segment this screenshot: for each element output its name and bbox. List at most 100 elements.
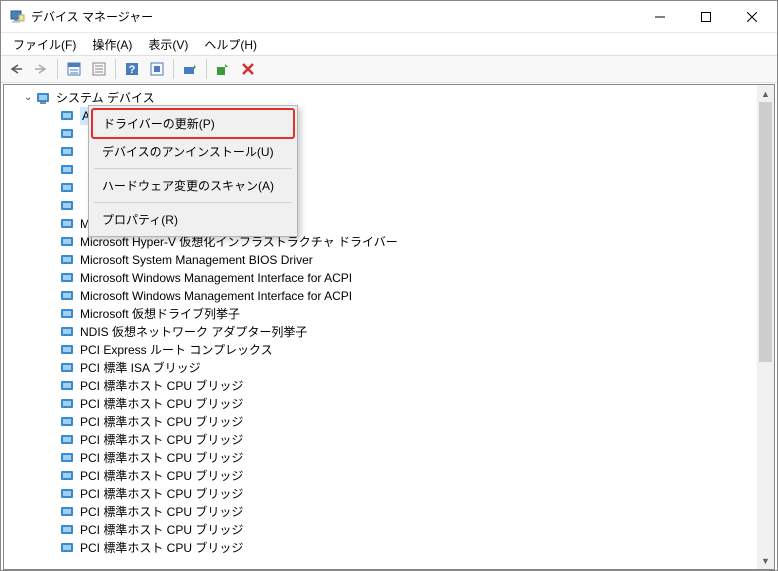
tree-item-label: Microsoft Windows Management Interface f… — [80, 287, 352, 305]
tree-item-label: PCI 標準ホスト CPU ブリッジ — [80, 539, 243, 557]
scrollbar-track[interactable] — [757, 102, 774, 552]
back-button[interactable] — [5, 58, 27, 80]
context-menu-properties[interactable]: プロパティ(R) — [92, 206, 294, 233]
device-icon — [60, 145, 76, 159]
vertical-scrollbar[interactable]: ▲ ▼ — [757, 85, 774, 569]
device-icon — [60, 415, 76, 429]
context-menu-update-driver[interactable]: ドライバーの更新(P) — [91, 108, 295, 139]
tree-item[interactable]: Microsoft System Management BIOS Driver — [60, 251, 774, 269]
device-icon — [60, 253, 76, 267]
toolbar-separator — [57, 59, 58, 79]
menubar: ファイル(F) 操作(A) 表示(V) ヘルプ(H) — [1, 33, 777, 55]
context-menu-scan[interactable]: ハードウェア変更のスキャン(A) — [92, 172, 294, 199]
show-hidden-button[interactable] — [63, 58, 85, 80]
scroll-up-button[interactable]: ▲ — [757, 85, 774, 102]
context-menu-separator — [94, 168, 292, 169]
device-icon — [60, 433, 76, 447]
collapse-icon[interactable]: ⌄ — [24, 89, 36, 107]
maximize-button[interactable] — [683, 2, 729, 32]
tree-item[interactable]: PCI 標準 ISA ブリッジ — [60, 359, 774, 377]
properties-button[interactable] — [88, 58, 110, 80]
tree-item[interactable]: NDIS 仮想ネットワーク アダプター列挙子 — [60, 323, 774, 341]
tree-item-label: PCI 標準ホスト CPU ブリッジ — [80, 485, 243, 503]
svg-text:?: ? — [129, 64, 136, 76]
device-icon — [60, 199, 76, 213]
device-icon — [60, 235, 76, 249]
help-button[interactable]: ? — [121, 58, 143, 80]
tree-item-label: Microsoft System Management BIOS Driver — [80, 251, 313, 269]
menu-action[interactable]: 操作(A) — [84, 34, 140, 55]
device-icon — [60, 289, 76, 303]
tree-item[interactable]: PCI 標準ホスト CPU ブリッジ — [60, 539, 774, 557]
device-icon — [60, 523, 76, 537]
tree-item-label: Microsoft Windows Management Interface f… — [80, 269, 352, 287]
tree-item[interactable]: PCI 標準ホスト CPU ブリッジ — [60, 431, 774, 449]
tree-item-label: PCI Express ルート コンプレックス — [80, 341, 273, 359]
device-icon — [60, 181, 76, 195]
device-icon — [60, 343, 76, 357]
window-controls — [637, 2, 775, 32]
tree-item-label: NDIS 仮想ネットワーク アダプター列挙子 — [80, 323, 307, 341]
tree-item[interactable]: PCI 標準ホスト CPU ブリッジ — [60, 413, 774, 431]
tree-item[interactable]: PCI 標準ホスト CPU ブリッジ — [60, 449, 774, 467]
tree-item[interactable]: Microsoft Windows Management Interface f… — [60, 287, 774, 305]
toolbar-separator — [206, 59, 207, 79]
titlebar: デバイス マネージャー — [1, 1, 777, 33]
tree-item[interactable]: PCI 標準ホスト CPU ブリッジ — [60, 467, 774, 485]
tree-item-label: PCI 標準ホスト CPU ブリッジ — [80, 521, 243, 539]
context-menu: ドライバーの更新(P) デバイスのアンインストール(U) ハードウェア変更のスキ… — [88, 105, 298, 237]
tree-item[interactable]: PCI 標準ホスト CPU ブリッジ — [60, 377, 774, 395]
menu-view[interactable]: 表示(V) — [140, 34, 196, 55]
tree-item-label: PCI 標準 ISA ブリッジ — [80, 359, 201, 377]
scroll-down-button[interactable]: ▼ — [757, 552, 774, 569]
update-driver-button[interactable] — [179, 58, 201, 80]
context-menu-separator — [94, 202, 292, 203]
tree-item[interactable]: PCI 標準ホスト CPU ブリッジ — [60, 503, 774, 521]
tree-item[interactable]: PCI 標準ホスト CPU ブリッジ — [60, 485, 774, 503]
device-icon — [60, 109, 76, 123]
content-area: ⌄ システム デバイス ACPI Fixed Feature ボタン Micro… — [3, 84, 775, 570]
tree-item[interactable]: Microsoft Windows Management Interface f… — [60, 269, 774, 287]
tree-item-label: Microsoft 仮想ドライブ列挙子 — [80, 305, 240, 323]
menu-file[interactable]: ファイル(F) — [5, 34, 84, 55]
device-icon — [60, 163, 76, 177]
window-title: デバイス マネージャー — [31, 8, 637, 25]
tree-item-label: PCI 標準ホスト CPU ブリッジ — [80, 377, 243, 395]
minimize-button[interactable] — [637, 2, 683, 32]
close-button[interactable] — [729, 2, 775, 32]
scrollbar-thumb[interactable] — [759, 102, 772, 362]
toolbar-separator — [173, 59, 174, 79]
device-icon — [60, 451, 76, 465]
toolbar: ? — [1, 55, 777, 83]
scan-hardware-button[interactable] — [146, 58, 168, 80]
tree-item-label: PCI 標準ホスト CPU ブリッジ — [80, 503, 243, 521]
device-icon — [60, 307, 76, 321]
tree-item[interactable]: PCI 標準ホスト CPU ブリッジ — [60, 521, 774, 539]
device-icon — [60, 505, 76, 519]
tree-item[interactable]: PCI 標準ホスト CPU ブリッジ — [60, 395, 774, 413]
device-icon — [60, 361, 76, 375]
device-icon — [60, 397, 76, 411]
tree-item-label: PCI 標準ホスト CPU ブリッジ — [80, 395, 243, 413]
device-icon — [60, 469, 76, 483]
forward-button[interactable] — [30, 58, 52, 80]
toolbar-separator — [115, 59, 116, 79]
system-devices-icon — [36, 90, 52, 106]
uninstall-button[interactable] — [212, 58, 234, 80]
context-menu-uninstall[interactable]: デバイスのアンインストール(U) — [92, 138, 294, 165]
tree-item-label: PCI 標準ホスト CPU ブリッジ — [80, 431, 243, 449]
device-icon — [60, 127, 76, 141]
device-icon — [60, 487, 76, 501]
tree-item-label: PCI 標準ホスト CPU ブリッジ — [80, 467, 243, 485]
tree-item[interactable]: Microsoft 仮想ドライブ列挙子 — [60, 305, 774, 323]
tree-item[interactable]: PCI Express ルート コンプレックス — [60, 341, 774, 359]
device-icon — [60, 379, 76, 393]
device-icon — [60, 325, 76, 339]
device-icon — [60, 271, 76, 285]
menu-help[interactable]: ヘルプ(H) — [196, 34, 265, 55]
disable-button[interactable] — [237, 58, 259, 80]
device-icon — [60, 217, 76, 231]
device-icon — [60, 541, 76, 555]
app-icon — [9, 9, 25, 25]
tree-item-label: PCI 標準ホスト CPU ブリッジ — [80, 449, 243, 467]
